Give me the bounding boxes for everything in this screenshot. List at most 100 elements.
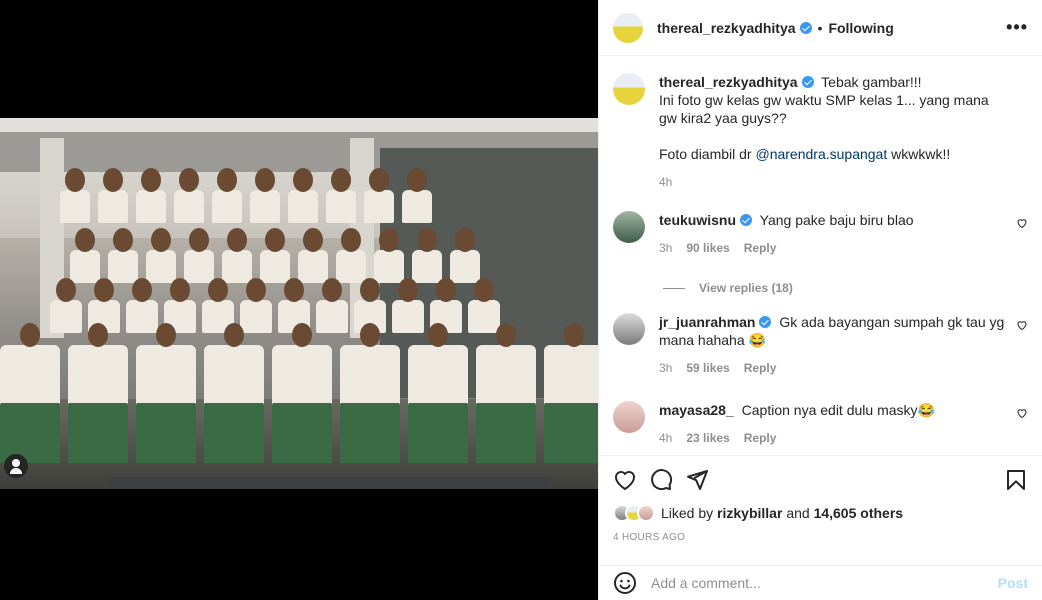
- student-shirt: [136, 345, 196, 405]
- student-shirt: [412, 250, 442, 283]
- likes-others-link[interactable]: 14,605 others: [814, 505, 904, 521]
- student-head: [156, 323, 176, 347]
- caption-mention-link[interactable]: @narendra.supangat: [755, 146, 887, 162]
- student-shirt: [402, 190, 432, 223]
- student-shirt: [212, 190, 242, 223]
- view-replies-button[interactable]: View replies (18): [663, 281, 1028, 295]
- student-head: [217, 168, 237, 192]
- student-shirt: [408, 345, 468, 405]
- commenter-username[interactable]: jr_juanrahman: [659, 314, 755, 330]
- comment-item: jr_juanrahman Gk ada bayangan sumpah gk …: [613, 313, 1028, 377]
- student-shirt: [476, 345, 536, 405]
- student-head: [88, 323, 108, 347]
- post-timestamp[interactable]: 4 HOURS AGO: [613, 532, 1028, 543]
- reply-button[interactable]: Reply: [744, 359, 777, 377]
- comment-likes[interactable]: 90 likes: [686, 239, 729, 257]
- student-head: [428, 323, 448, 347]
- student-head: [455, 228, 475, 252]
- share-paper-plane-icon[interactable]: [685, 468, 709, 492]
- student-shirt: [288, 190, 318, 223]
- reply-button[interactable]: Reply: [744, 429, 777, 447]
- student-shirt: [70, 250, 100, 283]
- verified-badge-icon: [799, 21, 812, 34]
- author-avatar[interactable]: [613, 12, 643, 43]
- save-bookmark-icon[interactable]: [1004, 468, 1028, 492]
- commenter-avatar[interactable]: [613, 313, 645, 345]
- student-head: [141, 168, 161, 192]
- caption: thereal_rezkyadhitya Tebak gambar!!! Ini…: [613, 73, 1028, 191]
- student-head: [398, 278, 418, 302]
- student-head: [293, 168, 313, 192]
- post-photo[interactable]: [0, 118, 598, 489]
- student-shirt: [340, 345, 400, 405]
- post-media: [0, 0, 598, 600]
- caption-username[interactable]: thereal_rezkyadhitya: [659, 74, 798, 90]
- student-head: [20, 323, 40, 347]
- comment-time[interactable]: 4h: [659, 429, 672, 447]
- liker-avatar: [637, 504, 655, 522]
- author-username[interactable]: thereal_rezkyadhitya: [657, 20, 796, 36]
- view-replies-line: [663, 287, 685, 289]
- tagged-users-icon[interactable]: [4, 454, 28, 478]
- student-shirt: [146, 250, 176, 283]
- student-shirt: [184, 250, 214, 283]
- comment-time[interactable]: 3h: [659, 239, 672, 257]
- add-comment-bar: Post: [599, 565, 1042, 600]
- student-shirt: [326, 190, 356, 223]
- student-head: [224, 323, 244, 347]
- comment-item: teukuwisnu Yang pake baju biru blao 3h 9…: [613, 211, 1028, 257]
- student-shirt: [260, 250, 290, 283]
- like-comment-heart-icon[interactable]: [1016, 217, 1028, 229]
- caption-time[interactable]: 4h: [659, 173, 672, 191]
- student-shirt: [316, 300, 348, 333]
- like-comment-heart-icon[interactable]: [1016, 319, 1028, 331]
- comment-time[interactable]: 3h: [659, 359, 672, 377]
- student-shirt: [272, 345, 332, 405]
- student-head: [151, 228, 171, 252]
- following-button[interactable]: Following: [828, 20, 893, 36]
- student-head: [246, 278, 266, 302]
- student-pants: [136, 403, 196, 463]
- commenter-avatar[interactable]: [613, 401, 645, 433]
- student-shirt: [98, 190, 128, 223]
- student-head: [369, 168, 389, 192]
- student-pants: [0, 403, 60, 463]
- student-head: [331, 168, 351, 192]
- student-pants: [68, 403, 128, 463]
- student-head: [360, 278, 380, 302]
- commenter-username[interactable]: teukuwisnu: [659, 212, 736, 228]
- comment-likes[interactable]: 23 likes: [686, 429, 729, 447]
- reply-button[interactable]: Reply: [744, 239, 777, 257]
- student-shirt: [68, 345, 128, 405]
- student-head: [94, 278, 114, 302]
- student-shirt: [450, 250, 480, 283]
- caption-avatar[interactable]: [613, 73, 645, 105]
- student-shirt: [468, 300, 500, 333]
- commenter-username[interactable]: mayasa28_: [659, 402, 734, 418]
- post-comment-button[interactable]: Post: [998, 575, 1028, 591]
- comment-likes[interactable]: 59 likes: [686, 359, 729, 377]
- student-shirt: [364, 190, 394, 223]
- comment-bubble-icon[interactable]: [649, 468, 673, 492]
- action-bar: Liked by rizkybillar and 14,605 others 4…: [599, 455, 1042, 543]
- student-shirt: [136, 190, 166, 223]
- student-pants: [272, 403, 332, 463]
- student-shirt: [298, 250, 328, 283]
- student-head: [564, 323, 584, 347]
- student-head: [284, 278, 304, 302]
- student-head: [292, 323, 312, 347]
- commenter-avatar[interactable]: [613, 211, 645, 243]
- student-shirt: [174, 190, 204, 223]
- student-head: [208, 278, 228, 302]
- liker-username[interactable]: rizkybillar: [717, 505, 782, 521]
- comments-list[interactable]: thereal_rezkyadhitya Tebak gambar!!! Ini…: [599, 57, 1042, 455]
- student-head: [379, 228, 399, 252]
- verified-badge-icon: [801, 76, 814, 88]
- student-shirt: [240, 300, 272, 333]
- more-options-icon[interactable]: •••: [1006, 17, 1028, 38]
- like-heart-icon[interactable]: [613, 468, 637, 492]
- comment-input[interactable]: [651, 575, 984, 591]
- like-comment-heart-icon[interactable]: [1016, 407, 1028, 419]
- caption-line-3-suffix: wkwkwk!!: [891, 146, 951, 162]
- emoji-smiley-icon[interactable]: [613, 571, 637, 595]
